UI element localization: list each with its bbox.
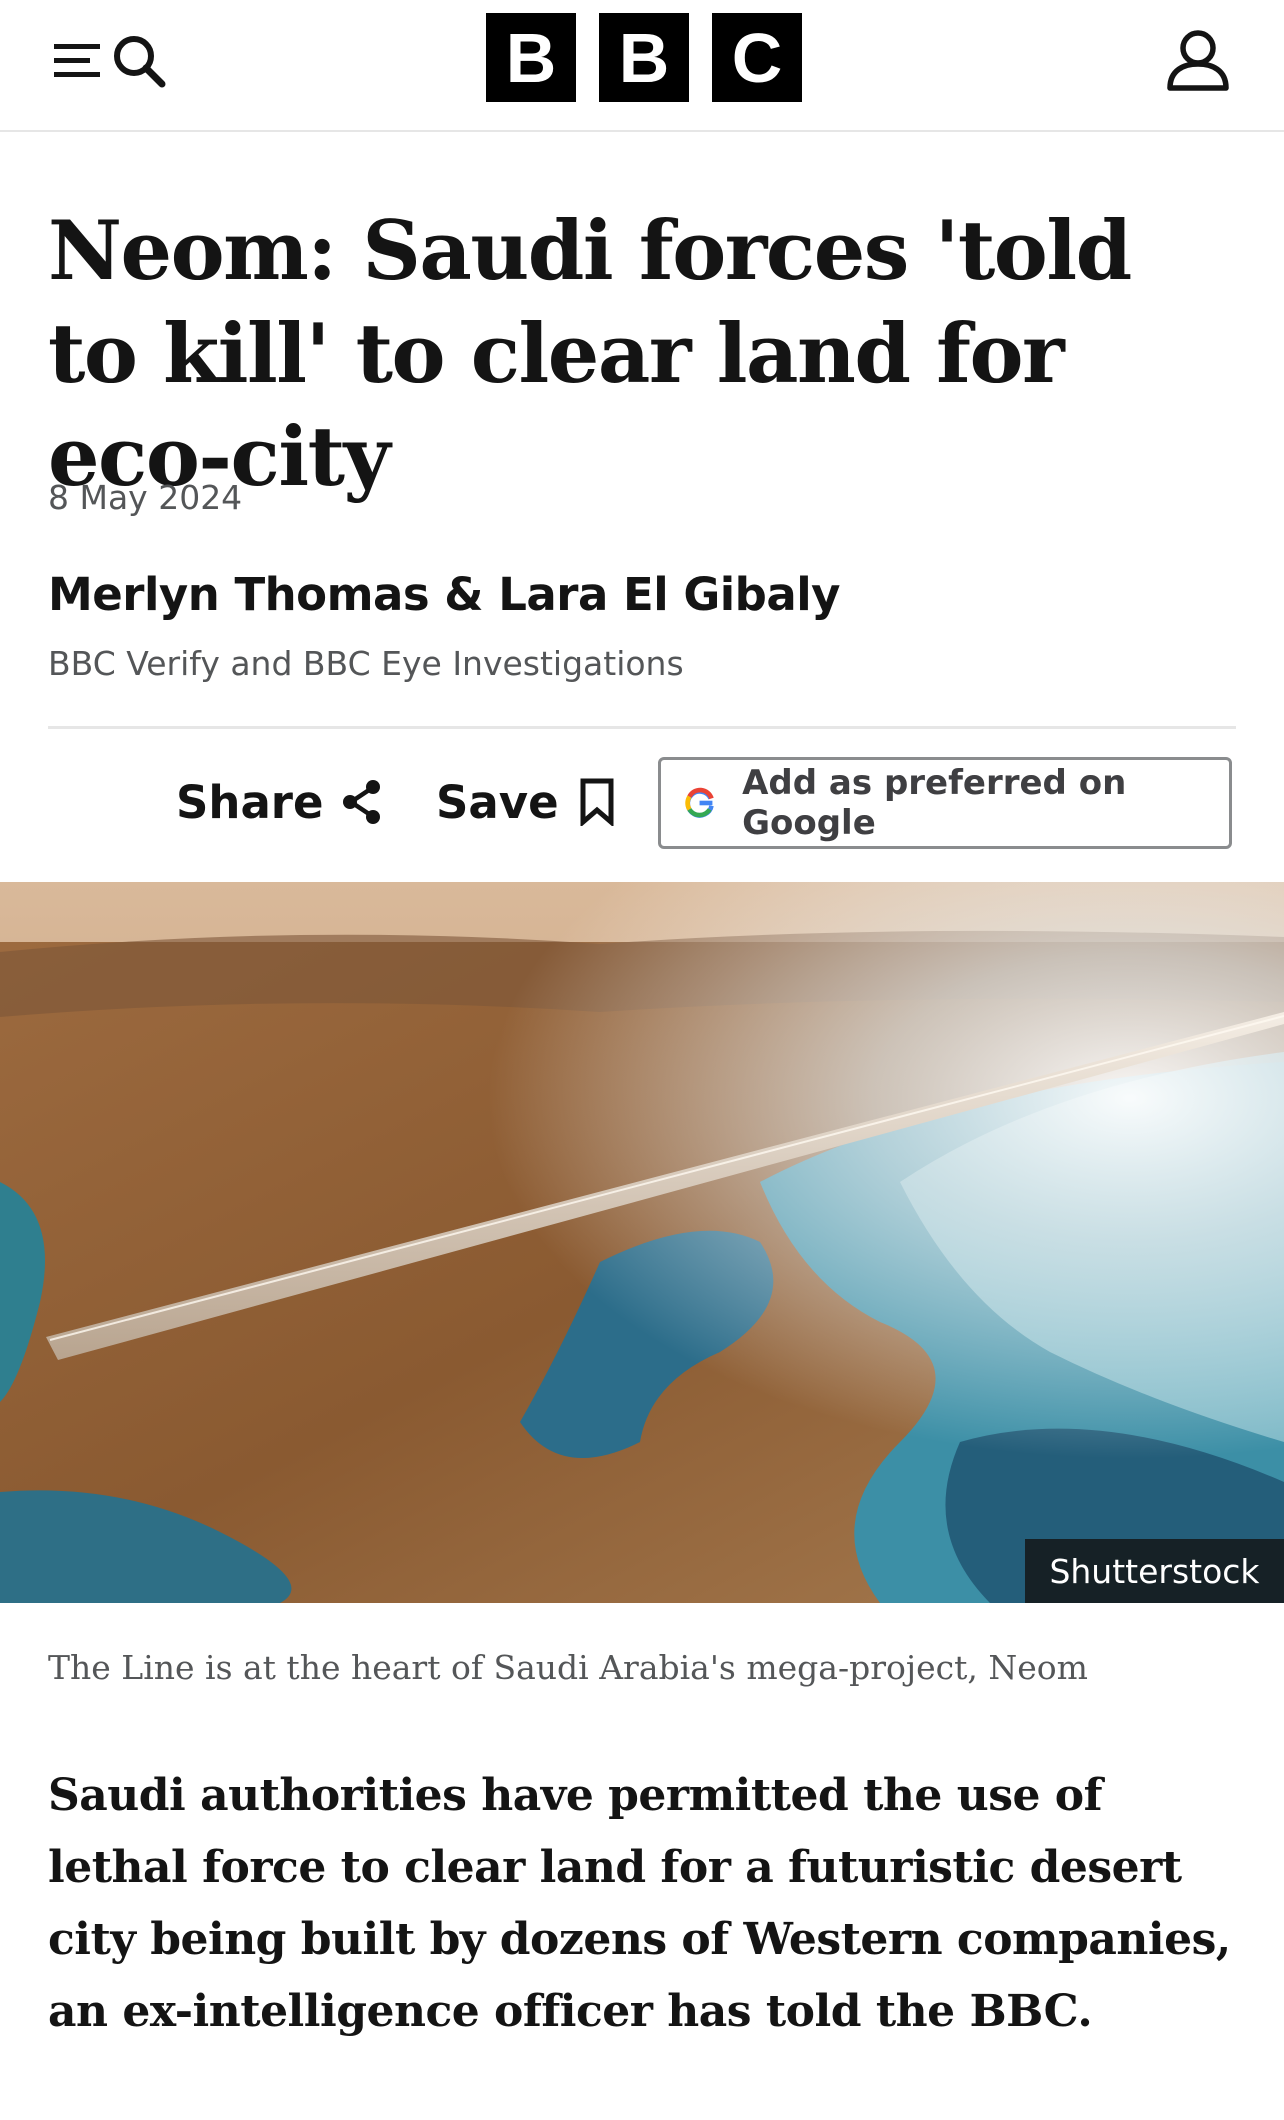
share-button[interactable]: Share xyxy=(176,770,384,834)
share-label: Share xyxy=(176,775,324,829)
divider xyxy=(48,726,1236,729)
byline-department: BBC Verify and BBC Eye Investigations xyxy=(48,644,684,683)
save-label: Save xyxy=(436,775,559,829)
account-button[interactable] xyxy=(1164,26,1232,94)
logo-letter: B xyxy=(486,13,576,102)
menu-search-button[interactable] xyxy=(52,30,172,90)
publish-date: 8 May 2024 xyxy=(48,478,243,517)
google-icon xyxy=(685,787,714,818)
account-icon xyxy=(1167,30,1229,91)
bbc-logo[interactable]: B B C xyxy=(486,13,802,102)
aerial-coastline-image xyxy=(0,882,1284,1603)
search-icon xyxy=(114,36,166,88)
image-caption: The Line is at the heart of Saudi Arabia… xyxy=(48,1648,1088,1687)
byline-authors: Merlyn Thomas & Lara El Gibaly xyxy=(48,568,841,621)
site-header: B B C xyxy=(0,0,1284,132)
bookmark-icon xyxy=(580,778,614,826)
google-button-label: Add as preferred on Google xyxy=(742,763,1127,843)
add-preferred-google-button[interactable]: Add as preferred on Google xyxy=(658,757,1232,849)
menu-icon xyxy=(54,44,100,77)
logo-letter: C xyxy=(712,13,802,102)
image-credit: Shutterstock xyxy=(1025,1539,1284,1603)
share-icon xyxy=(342,780,380,824)
logo-letter: B xyxy=(599,13,689,102)
hero-image: Shutterstock xyxy=(0,882,1284,1603)
save-button[interactable]: Save xyxy=(436,770,615,834)
article-lead: Saudi authorities have permitted the use… xyxy=(48,1770,1231,2037)
article-headline: Neom: Saudi forces 'told to kill' to cle… xyxy=(48,204,1132,505)
